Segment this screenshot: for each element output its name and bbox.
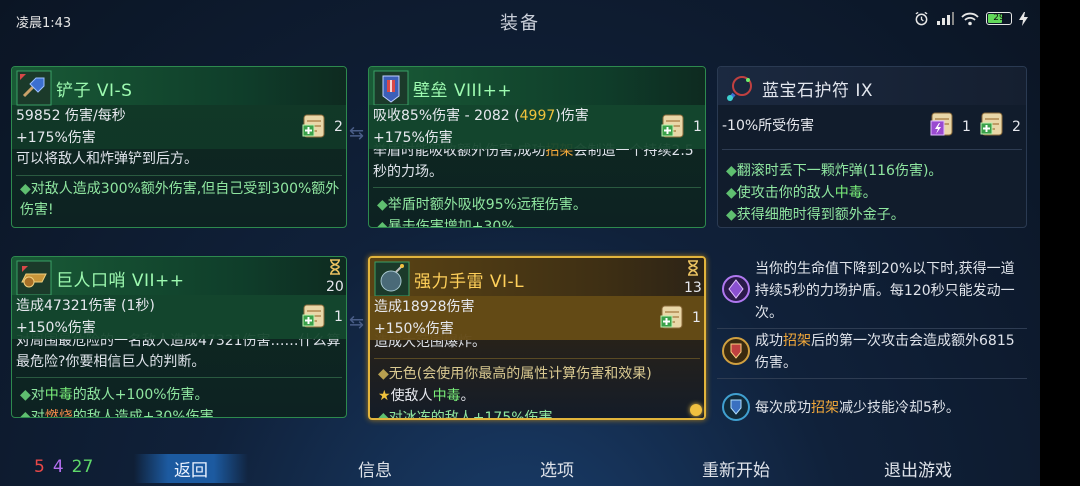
scroll-icon (980, 112, 1003, 136)
charging-icon (1019, 11, 1028, 26)
grenade-icon (374, 261, 410, 297)
divider (717, 378, 1027, 379)
scroll-icon (302, 114, 325, 138)
diamond-bullet-icon: ◆ (20, 181, 31, 197)
divider (374, 358, 700, 359)
card-description: 可以将敌人和炸弹铲到后方。 (16, 151, 198, 167)
parry-cooldown-mutation-icon[interactable] (721, 392, 751, 422)
mutation-text: 成功招架后的第一次攻击会造成额外6815伤害。 (755, 333, 1015, 371)
stat-damage: 造成18928伤害 (374, 299, 475, 315)
mutation-text: 当你的生命值下降到20%以下时,获得一道持续5秒的力场护盾。每120秒只能发动一… (755, 261, 1015, 321)
screen-edge (1040, 0, 1080, 486)
scroll-icon (302, 304, 325, 328)
bottom-menu-bar: 5 4 27 返回 信息 选项 重新开始 退出游戏 (0, 450, 1040, 486)
page-title: 装备 (500, 13, 540, 34)
hourglass-icon (688, 260, 698, 276)
equipment-card-rampart[interactable]: 壁垒 VIII++ 吸收85%伤害 - 2082 (4997)伤害 +175%伤… (368, 66, 706, 228)
divider (722, 149, 1022, 150)
quit-game-button[interactable]: 退出游戏 (884, 456, 952, 481)
card-affix: ◆对冰冻的敌人+175%伤害 (378, 410, 553, 420)
card-affix: ◆对敌人造成300%额外伤害,但自己受到300%额外伤害! (16, 179, 342, 221)
card-affix: ◆使攻击你的敌人中毒。 (726, 185, 877, 201)
cell-counts: 5 4 27 (34, 457, 93, 477)
cooldown-seconds: 13 (684, 280, 702, 296)
card-title: 强力手雷 VI-L (414, 272, 525, 292)
whistle-icon (16, 260, 52, 296)
stat-damage-bonus: +150%伤害 (16, 320, 96, 336)
scroll-count-brutality: 1 (962, 119, 971, 135)
card-affix: ◆对燃烧的敌人造成+30%伤害 (20, 409, 214, 418)
mutations-panel: 当你的生命值下降到20%以下时,获得一道持续5秒的力场护盾。每120秒只能发动一… (717, 256, 1027, 432)
stat-dps: 59852 伤害/每秒 (16, 108, 126, 124)
scroll-icon (660, 305, 683, 329)
shovel-icon (16, 70, 52, 106)
divider (16, 377, 342, 378)
equipment-card-grenade[interactable]: 强力手雷 VI-L 13 造成大范围爆炸。 造成18928伤害 +150%伤害 … (368, 256, 706, 420)
scroll-count-overlay: 1 (693, 119, 702, 135)
brutality-count: 5 (34, 457, 45, 477)
card-title: 铲子 VI-S (56, 81, 133, 101)
scroll-icon (930, 112, 953, 136)
card-affix: ◆对中毒的敌人+100%伤害。 (20, 387, 209, 403)
card-title: 蓝宝石护符 IX (762, 81, 874, 101)
system-icons: 29 (914, 11, 1028, 26)
card-affix: ◆无色(会使用你最高的属性计算伤害和效果) (378, 366, 652, 382)
amulet-icon (727, 76, 752, 102)
equipment-card-amulet[interactable]: 蓝宝石护符 IX -10%所受伤害 1 2 ◆翻滚时丢下一颗炸弹(116伤害)。… (717, 66, 1027, 228)
scroll-count: 1 (692, 310, 701, 326)
scroll-count-survival: 2 (1012, 119, 1021, 135)
divider (373, 187, 701, 188)
scroll-count: 2 (334, 119, 343, 135)
card-affix: ◆翻滚时丢下一颗炸弹(116伤害)。 (726, 163, 943, 179)
card-title: 巨人口哨 VII++ (56, 271, 185, 291)
stat-damage-bonus: +175%伤害 (16, 130, 96, 146)
forcefield-mutation-icon[interactable] (721, 274, 751, 304)
info-button[interactable]: 信息 (358, 456, 392, 481)
tactics-count: 4 (52, 457, 64, 477)
stat-damage-bonus: +150%伤害 (374, 321, 454, 337)
stat-damage: 造成47321伤害 (1秒) (16, 298, 155, 314)
divider (16, 175, 342, 176)
stat-damage-reduction: -10%所受伤害 (722, 118, 815, 134)
card-affix: ◆举盾时额外吸收95%远程伤害。 (377, 197, 587, 213)
cooldown-seconds: 20 (326, 279, 344, 295)
stat-damage-bonus-overlay: +175%伤害 (373, 130, 453, 146)
battery-icon: 29 (986, 12, 1012, 25)
stat-absorb-overlay: 吸收85%伤害 - 2082 (4997)伤害 (373, 108, 589, 124)
hourglass-icon (330, 259, 340, 275)
parry-attack-mutation-icon[interactable] (721, 336, 751, 366)
survival-count: 27 (71, 457, 94, 477)
back-button[interactable]: 返回 (134, 454, 248, 483)
divider (717, 328, 1027, 329)
equipment-card-shovel[interactable]: 铲子 VI-S 59852 伤害/每秒 +175%伤害 2 可以将敌人和炸弹铲到… (11, 66, 347, 228)
affix-text: 对敌人造成300%额外伤害,但自己受到300%额外伤害! (20, 181, 340, 218)
scroll-count: 1 (334, 309, 343, 325)
status-bar: 凌晨1:43 装备 29 (0, 0, 1040, 40)
signal-icon (937, 11, 954, 25)
card-affix: ★使敌人中毒。 (378, 388, 475, 404)
gold-gem-icon (690, 404, 702, 416)
options-button[interactable]: 选项 (540, 456, 574, 481)
equipment-card-whistle[interactable]: 巨人口哨 VII++ 20 对周围最危险的一名敌人造成47321伤害……什么算最… (11, 256, 347, 418)
restart-button[interactable]: 重新开始 (702, 456, 770, 481)
alarm-icon (915, 11, 928, 26)
mutation-text: 每次成功招架减少技能冷却5秒。 (755, 400, 960, 416)
scroll-icon (661, 114, 684, 138)
card-title: 壁垒 VIII++ (413, 81, 513, 101)
rampart-icon (373, 70, 409, 106)
wifi-icon (961, 12, 979, 25)
swap-arrow-icon: ⇆ (349, 123, 365, 144)
card-affix: ◆暴击伤害增加+30% (377, 219, 515, 228)
card-affix: ◆获得细胞时得到额外金子。 (726, 207, 905, 223)
